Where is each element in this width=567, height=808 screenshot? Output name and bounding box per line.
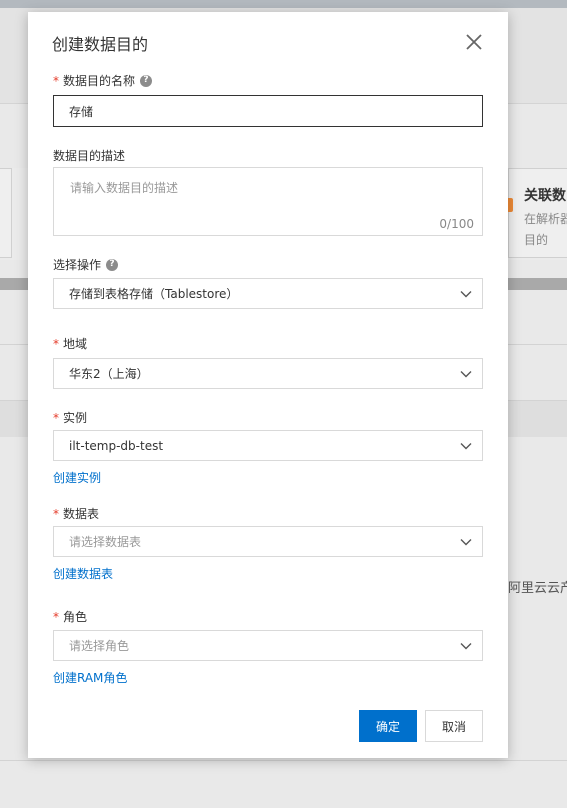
create-instance-link[interactable]: 创建实例 [53, 469, 101, 486]
close-button[interactable] [464, 32, 484, 52]
table-field-label: * 数据表 [53, 505, 99, 522]
dialog-title: 创建数据目的 [52, 35, 149, 54]
operation-label-text: 选择操作 [53, 258, 102, 272]
chevron-down-icon [460, 539, 472, 546]
chevron-down-icon [460, 291, 472, 298]
required-mark: * [53, 410, 59, 425]
required-mark: * [53, 73, 59, 88]
role-select-placeholder: 请选择角色 [69, 639, 130, 653]
chevron-down-icon [460, 643, 472, 650]
role-select[interactable]: 请选择角色 [53, 630, 483, 661]
background-card-desc: 在解析器 [524, 212, 567, 226]
background-footer-line [0, 760, 567, 761]
create-table-link[interactable]: 创建数据表 [53, 565, 113, 582]
role-label-text: 角色 [63, 610, 88, 624]
region-select-value: 华东2（上海） [69, 367, 149, 381]
confirm-button[interactable]: 确定 [359, 710, 417, 742]
close-icon [466, 34, 482, 50]
description-placeholder: 请输入数据目的描述 [70, 181, 179, 195]
name-label-text: 数据目的名称 [63, 74, 136, 88]
role-field-label: * 角色 [53, 608, 87, 625]
instance-select-value: ilt-temp-db-test [69, 438, 164, 453]
name-input[interactable]: 存储 [53, 95, 483, 127]
table-label-text: 数据表 [63, 507, 100, 521]
region-field-label: * 地域 [53, 335, 87, 352]
cancel-button[interactable]: 取消 [425, 710, 483, 742]
operation-field-label: 选择操作 ? [53, 256, 119, 273]
background-card-left [0, 168, 12, 258]
required-mark: * [53, 336, 59, 351]
help-icon[interactable]: ? [140, 74, 153, 87]
create-ram-role-link[interactable]: 创建RAM角色 [53, 669, 127, 686]
required-mark: * [53, 506, 59, 521]
table-select-placeholder: 请选择数据表 [69, 535, 142, 549]
instance-field-label: * 实例 [53, 409, 87, 426]
create-destination-dialog: 创建数据目的 * 数据目的名称 ? 存储 数据目的描述 请输入数据目的描述 0/… [28, 12, 508, 758]
name-field-label: * 数据目的名称 ? [53, 72, 153, 89]
operation-select-value: 存储到表格存储（Tablestore） [69, 287, 239, 301]
background-card-title: 关联数 [524, 188, 566, 204]
description-textarea[interactable]: 请输入数据目的描述 0/100 [53, 167, 483, 236]
name-input-value: 存储 [69, 104, 94, 119]
top-bar [0, 0, 567, 8]
chevron-down-icon [460, 371, 472, 378]
character-counter: 0/100 [439, 217, 474, 231]
description-field-label: 数据目的描述 [53, 147, 125, 164]
help-icon[interactable]: ? [106, 258, 119, 271]
region-select[interactable]: 华东2（上海） [53, 358, 483, 389]
region-label-text: 地域 [63, 337, 88, 351]
table-select[interactable]: 请选择数据表 [53, 526, 483, 557]
background-card-desc: 目的 [524, 233, 549, 247]
instance-select[interactable]: ilt-temp-db-test [53, 430, 483, 461]
operation-select[interactable]: 存储到表格存储（Tablestore） [53, 278, 483, 309]
required-mark: * [53, 609, 59, 624]
instance-label-text: 实例 [63, 411, 88, 425]
description-label-text: 数据目的描述 [53, 149, 126, 163]
background-side-text: 阿里云云产品 [508, 581, 567, 596]
chevron-down-icon [460, 443, 472, 450]
